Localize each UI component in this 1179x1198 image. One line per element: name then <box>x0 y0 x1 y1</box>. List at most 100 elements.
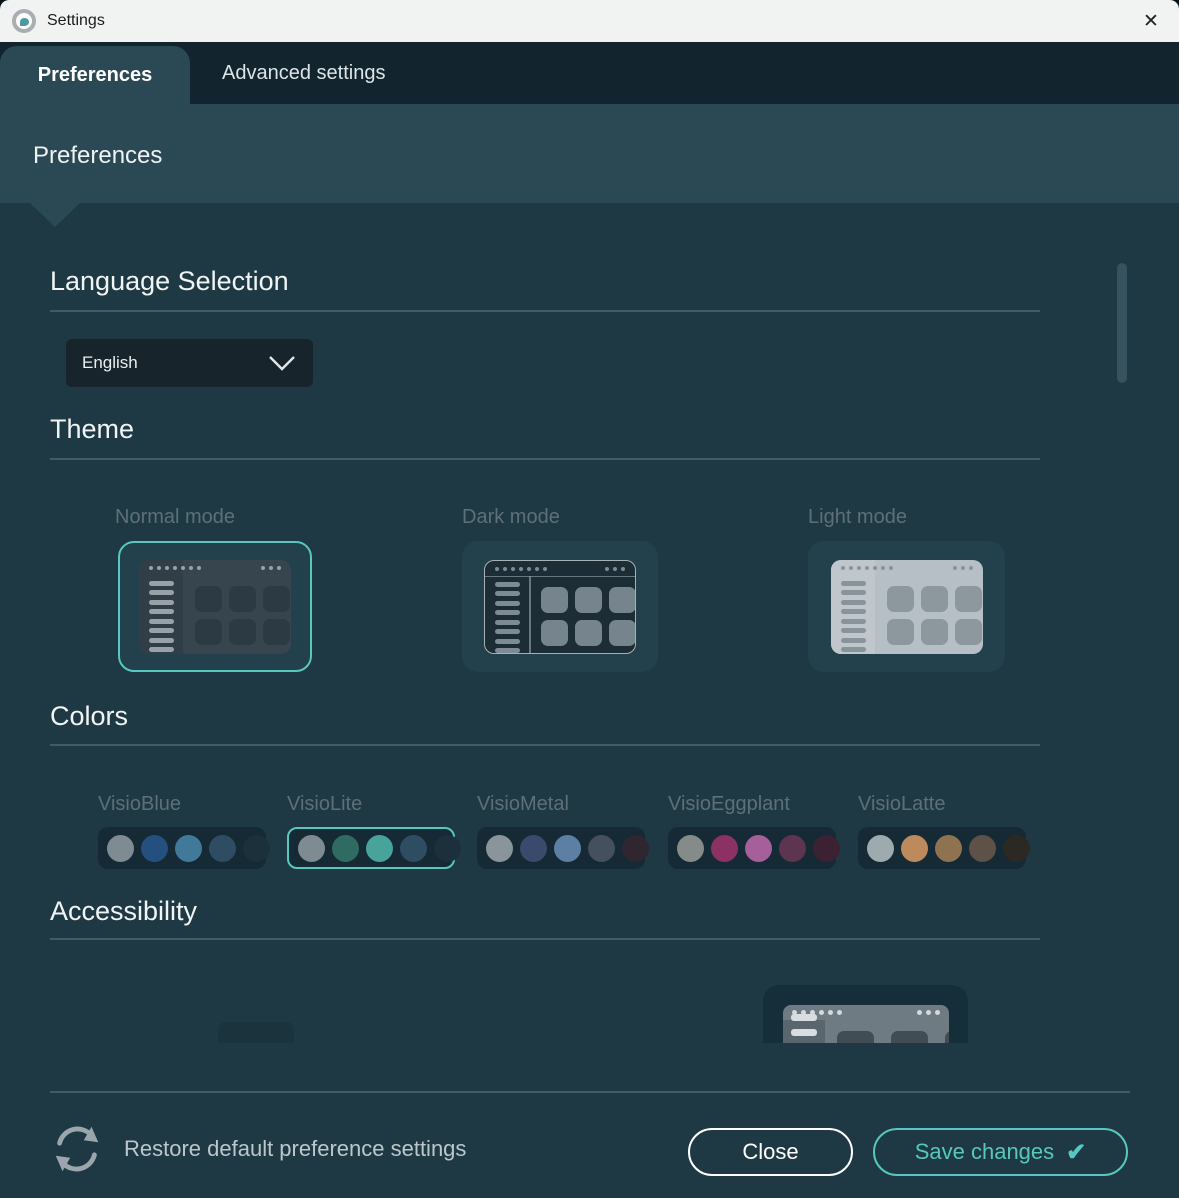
preview-tile <box>955 586 982 612</box>
theme-option-dark[interactable] <box>462 541 658 672</box>
palette-option-visiometal[interactable] <box>477 827 645 869</box>
chevron-down-icon <box>267 354 297 372</box>
color-swatch <box>901 835 928 862</box>
preview-bar <box>495 591 520 596</box>
preview-dot <box>197 566 201 570</box>
restore-refresh-icon <box>48 1120 106 1178</box>
save-changes-label: Save changes <box>915 1139 1054 1165</box>
window-close-icon[interactable]: ✕ <box>1129 0 1173 42</box>
theme-option-normal[interactable] <box>118 541 312 672</box>
preview-tile <box>887 619 914 645</box>
preview-divider <box>529 576 531 653</box>
theme-preview-window <box>831 560 983 654</box>
accessibility-preview-window <box>783 1005 949 1043</box>
preview-dot <box>181 566 185 570</box>
preview-bar <box>149 581 174 586</box>
preview-tile <box>921 586 948 612</box>
language-selected-value: English <box>82 353 138 373</box>
accessibility-preview-option[interactable] <box>763 985 968 1043</box>
palette-option-visiolite[interactable] <box>287 827 455 869</box>
theme-option-light[interactable] <box>808 541 1005 672</box>
preview-tile <box>887 586 914 612</box>
preview-bar <box>495 629 520 634</box>
preview-bar <box>149 609 174 614</box>
color-swatch <box>745 835 772 862</box>
preview-bar <box>149 619 174 624</box>
palette-option-visioblue[interactable] <box>98 827 266 869</box>
divider <box>50 310 1040 312</box>
preview-divider <box>485 576 635 578</box>
preview-dot <box>519 567 523 571</box>
preview-dot <box>173 566 177 570</box>
page-title: Preferences <box>33 142 162 170</box>
preview-bar <box>841 609 866 614</box>
preview-bar <box>495 620 520 625</box>
active-tab-pointer <box>30 203 80 227</box>
color-swatch <box>813 835 840 862</box>
checkmark-icon: ✔ <box>1066 1138 1086 1167</box>
preview-dot <box>543 567 547 571</box>
title-bar: Settings ✕ <box>0 0 1179 42</box>
save-changes-button[interactable]: Save changes ✔ <box>873 1128 1128 1176</box>
preview-dot <box>837 1010 842 1015</box>
tab-advanced-settings[interactable]: Advanced settings <box>222 42 385 104</box>
palette-option-visiolatte[interactable] <box>858 827 1026 869</box>
preview-sidebar-items <box>495 582 520 654</box>
preview-titlebar-dots <box>495 567 625 571</box>
color-swatch <box>332 835 359 862</box>
preview-dot <box>189 566 193 570</box>
color-swatch <box>520 835 547 862</box>
theme-preview-window <box>139 560 291 654</box>
preview-dot <box>527 567 531 571</box>
preview-sidebar-item <box>791 1014 817 1021</box>
preview-dot <box>961 566 965 570</box>
preview-bar <box>149 647 174 652</box>
preview-dot <box>889 566 893 570</box>
preview-dot <box>828 1010 833 1015</box>
accessibility-content-clipped <box>0 956 1179 1043</box>
color-swatch <box>400 835 427 862</box>
preview-bar <box>841 619 866 624</box>
language-dropdown[interactable]: English <box>66 339 313 387</box>
preview-sidebar-items <box>841 581 866 653</box>
preview-dot <box>277 566 281 570</box>
tab-preferences[interactable]: Preferences <box>0 46 190 104</box>
preview-bar <box>149 628 174 633</box>
preview-bar <box>495 582 520 587</box>
preview-dot <box>269 566 273 570</box>
preview-dot <box>819 1010 824 1015</box>
preview-dot <box>873 566 877 570</box>
preview-tile <box>195 619 222 645</box>
preview-dot <box>511 567 515 571</box>
color-swatch <box>175 835 202 862</box>
color-swatch <box>677 835 704 862</box>
palette-label-visiometal: VisioMetal <box>477 793 569 816</box>
preview-tile <box>921 619 948 645</box>
page-header: Preferences <box>0 104 1179 203</box>
theme-label-dark: Dark mode <box>462 506 560 529</box>
color-swatch <box>1003 835 1030 862</box>
preview-tile <box>229 619 256 645</box>
preview-titlebar-dots <box>149 566 281 570</box>
preview-tile <box>263 619 290 645</box>
preview-tile <box>945 1031 949 1043</box>
color-swatch <box>969 835 996 862</box>
preview-dot <box>969 566 973 570</box>
preview-titlebar-dots <box>841 566 973 570</box>
preview-bar <box>495 610 520 615</box>
preview-tile <box>575 620 602 646</box>
preview-bar <box>841 581 866 586</box>
preview-bar <box>841 638 866 643</box>
color-swatch <box>779 835 806 862</box>
restore-defaults-button[interactable]: Restore default preference settings <box>48 1120 466 1178</box>
footer-divider <box>50 1091 1130 1093</box>
close-button[interactable]: Close <box>688 1128 853 1176</box>
scrollbar-thumb[interactable] <box>1117 263 1127 383</box>
preview-bar <box>495 639 520 644</box>
color-swatch <box>935 835 962 862</box>
preview-bar <box>149 590 174 595</box>
color-swatch <box>554 835 581 862</box>
preview-dot <box>841 566 845 570</box>
restore-defaults-label: Restore default preference settings <box>124 1136 466 1162</box>
palette-option-visioeggplant[interactable] <box>668 827 836 869</box>
